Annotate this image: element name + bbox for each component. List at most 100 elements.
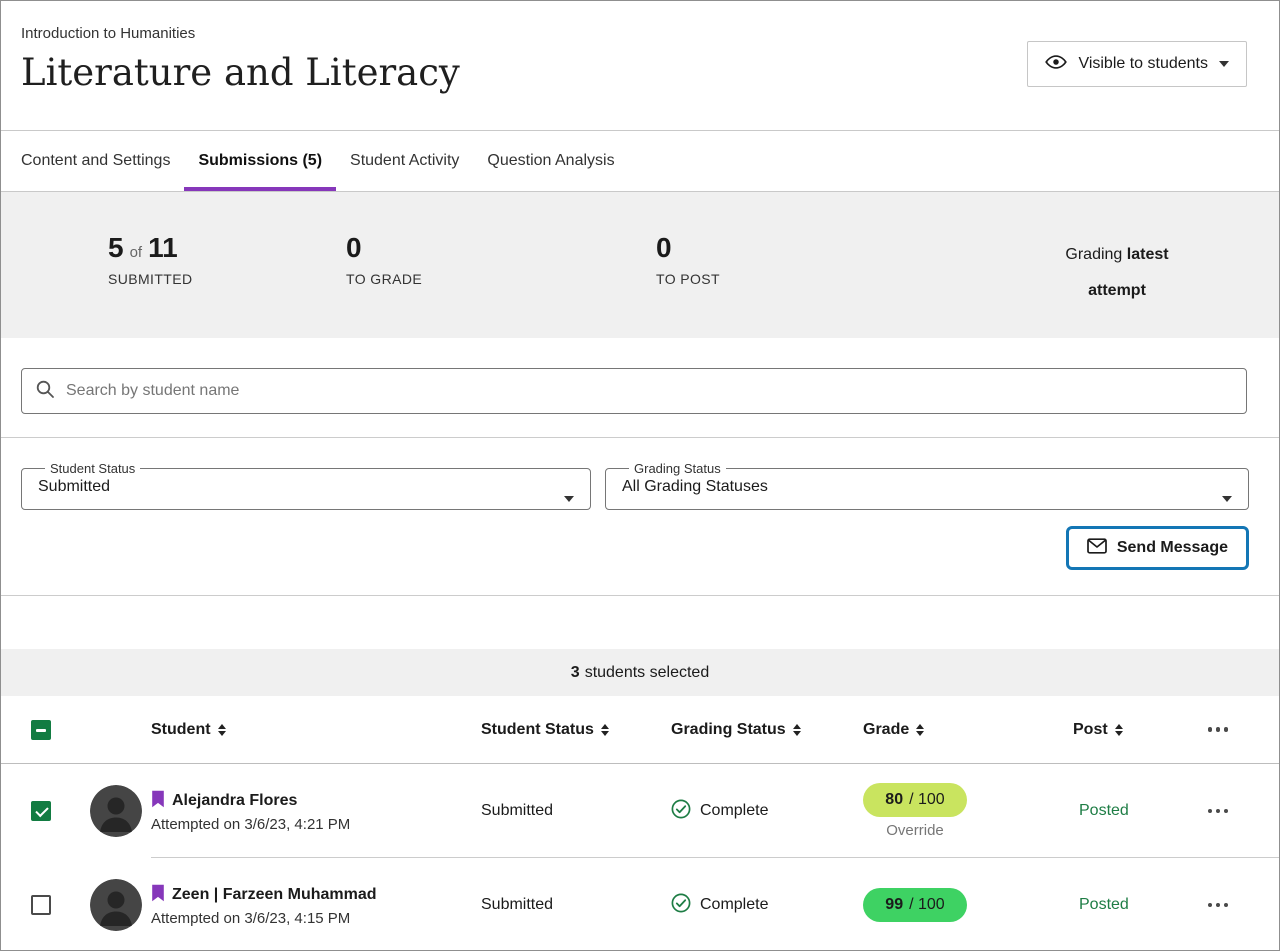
submitted-total: 11: [148, 234, 178, 262]
sort-icon: [218, 724, 226, 736]
complete-check-icon: [671, 799, 691, 824]
grading-mode: Grading latest attempt: [1042, 237, 1192, 309]
to-post-value: 0: [656, 234, 672, 262]
grade-max: / 100: [909, 896, 945, 914]
filters-section: Student Status Submitted Grading Status …: [1, 438, 1279, 596]
to-grade-label: TO GRADE: [346, 271, 656, 287]
chevron-down-icon: [1222, 496, 1232, 502]
grade-override-note: Override: [886, 822, 944, 839]
row-overflow-menu[interactable]: [1202, 803, 1235, 820]
column-header-grading-status[interactable]: Grading Status: [671, 721, 863, 739]
accommodation-flag-icon: [151, 884, 165, 907]
search-icon: [35, 379, 55, 404]
to-post-label: TO POST: [656, 271, 966, 287]
column-label: Grade: [863, 721, 909, 739]
student-status-label: Student Status: [45, 462, 140, 475]
tab-student-activity[interactable]: Student Activity: [336, 131, 473, 191]
eye-icon: [1045, 51, 1067, 78]
stat-to-grade: 0 TO GRADE: [346, 234, 656, 287]
student-name-label: Zeen | Farzeen Muhammad: [172, 886, 377, 904]
student-cell: Alejandra Flores Attempted on 3/6/23, 4:…: [151, 790, 481, 833]
spacer: [1, 596, 1279, 649]
grading-status-label: Grading Status: [629, 462, 726, 475]
grading-prefix: Grading: [1065, 246, 1122, 263]
attempt-info: Attempted on 3/6/23, 4:15 PM: [151, 910, 481, 927]
student-name[interactable]: Zeen | Farzeen Muhammad: [151, 884, 481, 907]
grading-status-value: All Grading Statuses: [622, 478, 1232, 496]
grade-cell: 99 / 100: [863, 888, 967, 922]
complete-check-icon: [671, 893, 691, 918]
tab-question-analysis[interactable]: Question Analysis: [473, 131, 628, 191]
course-name: Introduction to Humanities: [21, 25, 460, 42]
student-status-cell: Submitted: [481, 896, 671, 914]
selected-count: 3: [571, 664, 580, 682]
selection-summary: 3 students selected: [1, 649, 1279, 696]
filter-row: Student Status Submitted Grading Status …: [21, 462, 1249, 510]
avatar: [90, 879, 142, 931]
search-input[interactable]: [64, 381, 1233, 401]
grading-status-select[interactable]: Grading Status All Grading Statuses: [605, 462, 1249, 510]
grade-pill[interactable]: 80 / 100: [863, 783, 967, 817]
avatar: [90, 785, 142, 837]
assessment-grading-page: Introduction to Humanities Literature an…: [0, 0, 1280, 951]
student-status-cell: Submitted: [481, 802, 671, 820]
grading-status-label: Complete: [700, 896, 768, 914]
table-row: Zeen | Farzeen Muhammad Attempted on 3/6…: [1, 858, 1279, 951]
row-checkbox[interactable]: [31, 895, 51, 915]
tab-submissions[interactable]: Submissions (5): [184, 131, 336, 191]
select-all-checkbox[interactable]: [31, 720, 51, 740]
send-message-button[interactable]: Send Message: [1066, 526, 1249, 570]
submitted-label: SUBMITTED: [108, 271, 346, 287]
stats-strip: 5 of 11 SUBMITTED 0 TO GRADE 0 TO POST G…: [1, 192, 1279, 338]
stat-to-post: 0 TO POST: [656, 234, 966, 287]
chevron-down-icon: [564, 496, 574, 502]
table-header-row: Student Student Status Grading Status Gr…: [1, 696, 1279, 764]
grading-status-cell: Complete: [671, 799, 863, 824]
post-status[interactable]: Posted: [1053, 802, 1173, 820]
header-titles: Introduction to Humanities Literature an…: [21, 25, 460, 130]
column-label: Student: [151, 721, 211, 739]
search-box: [21, 368, 1247, 414]
grade-cell: 80 / 100 Override: [863, 783, 967, 839]
column-header-student-status[interactable]: Student Status: [481, 721, 671, 739]
page-title: Literature and Literacy: [21, 51, 460, 94]
grade-pill[interactable]: 99 / 100: [863, 888, 967, 922]
tab-content-and-settings[interactable]: Content and Settings: [21, 131, 184, 191]
selected-text: students selected: [585, 664, 710, 682]
student-status-select[interactable]: Student Status Submitted: [21, 462, 591, 510]
row-checkbox[interactable]: [31, 801, 51, 821]
column-label: Grading Status: [671, 721, 786, 739]
chevron-down-icon: [1219, 61, 1229, 67]
grading-status-cell: Complete: [671, 893, 863, 918]
visibility-dropdown[interactable]: Visible to students: [1027, 41, 1247, 87]
submitted-of: of: [130, 244, 143, 261]
envelope-icon: [1087, 538, 1107, 559]
table-row: Alejandra Flores Attempted on 3/6/23, 4:…: [1, 764, 1279, 858]
column-label: Student Status: [481, 721, 594, 739]
student-name[interactable]: Alejandra Flores: [151, 790, 481, 813]
sort-icon: [1115, 724, 1123, 736]
stat-submitted: 5 of 11 SUBMITTED: [108, 234, 346, 287]
tab-bar: Content and Settings Submissions (5) Stu…: [1, 131, 1279, 192]
student-name-label: Alejandra Flores: [172, 792, 297, 810]
send-message-label: Send Message: [1117, 539, 1228, 557]
page-header: Introduction to Humanities Literature an…: [1, 1, 1279, 131]
row-overflow-menu[interactable]: [1202, 897, 1235, 914]
to-grade-value: 0: [346, 234, 362, 262]
attempt-info: Attempted on 3/6/23, 4:21 PM: [151, 816, 481, 833]
sort-icon: [793, 724, 801, 736]
column-label: Post: [1073, 721, 1108, 739]
search-section: [1, 338, 1279, 438]
sort-icon: [601, 724, 609, 736]
student-cell: Zeen | Farzeen Muhammad Attempted on 3/6…: [151, 884, 481, 927]
column-header-post[interactable]: Post: [1053, 721, 1173, 739]
column-header-student[interactable]: Student: [151, 721, 481, 739]
grading-status-label: Complete: [700, 802, 768, 820]
visibility-label: Visible to students: [1078, 55, 1208, 73]
student-status-value: Submitted: [38, 478, 574, 496]
post-status[interactable]: Posted: [1053, 896, 1173, 914]
accommodation-flag-icon: [151, 790, 165, 813]
table-overflow-menu[interactable]: [1202, 721, 1235, 738]
grade-value: 99: [885, 896, 903, 914]
column-header-grade[interactable]: Grade: [863, 721, 1053, 739]
